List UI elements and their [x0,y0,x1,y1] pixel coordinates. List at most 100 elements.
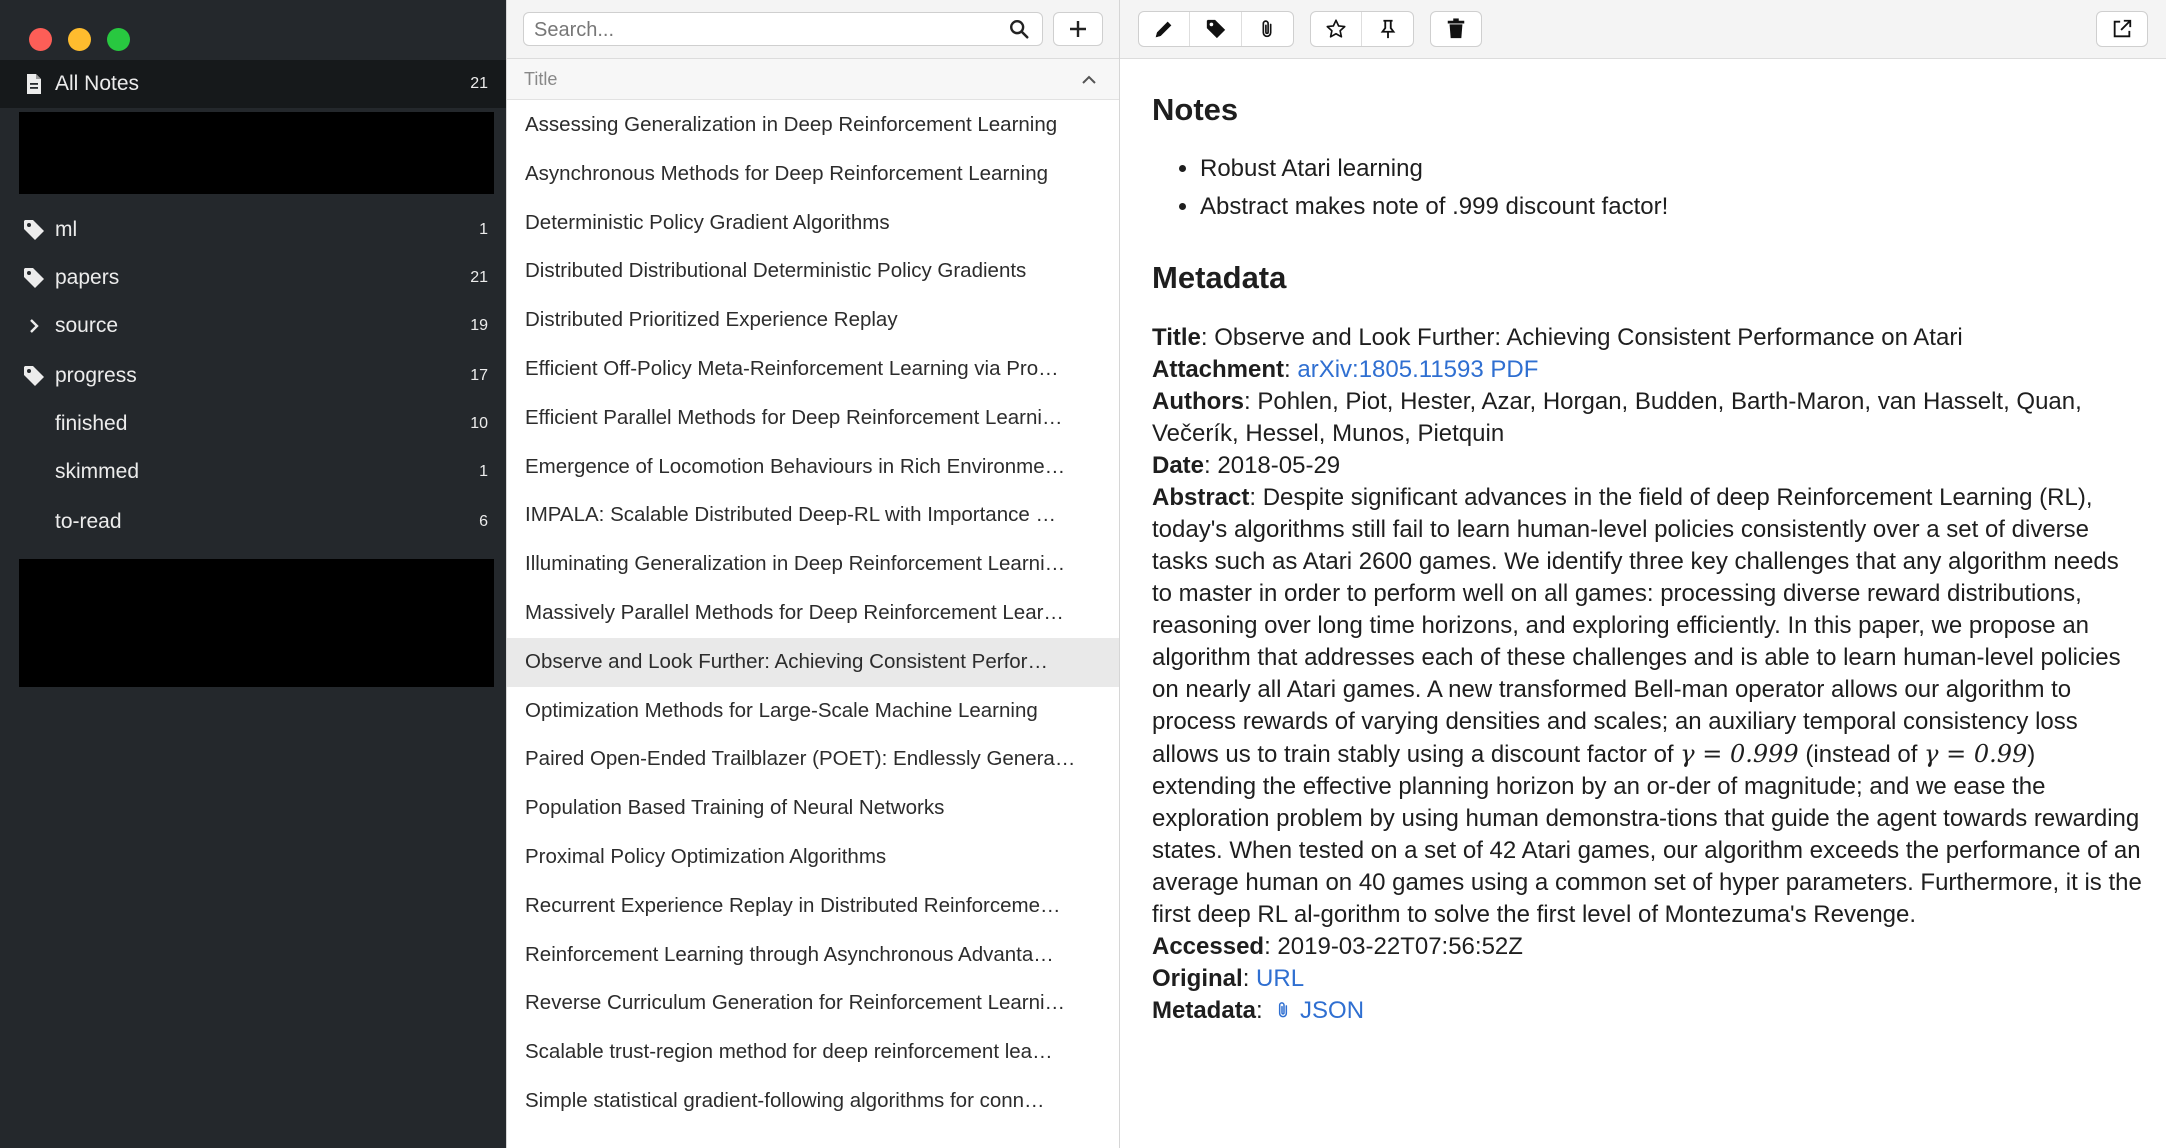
count-badge: 21 [470,269,488,286]
sidebar-item-to-read[interactable]: to-read 6 [0,498,506,546]
meta-label: Authors [1152,388,1244,415]
sidebar-item-label: ml [55,218,78,241]
note-list-item[interactable]: Assessing Generalization in Deep Reinfor… [507,101,1119,150]
list-item: Abstract makes note of .999 discount fac… [1200,188,1668,226]
pin-icon [1380,19,1395,39]
abstract-text: ) extending the effective planning horiz… [1152,741,2142,928]
note-list-item[interactable]: IMPALA: Scalable Distributed Deep-RL wit… [507,491,1119,540]
star-icon [1326,19,1346,38]
search-box[interactable] [523,12,1043,46]
sidebar-item-skimmed[interactable]: skimmed 1 [0,448,506,496]
edit-button[interactable] [1139,12,1191,46]
count-badge: 19 [470,317,488,334]
window-close-button[interactable] [29,28,52,51]
count-badge: 1 [479,463,488,480]
count-badge: 10 [470,415,488,432]
note-toolbar [1120,0,2166,59]
count-badge: 1 [479,221,488,238]
star-pin-button-group [1310,11,1414,47]
delete-button[interactable] [1431,12,1481,46]
attach-button[interactable] [1242,12,1293,46]
meta-label: Date [1152,452,1205,479]
metadata-heading: Metadata [1152,260,1287,295]
meta-authors-row: Authors: Pohlen, Piot, Hester, Azar, Hor… [1152,388,2082,447]
note-list-item[interactable]: Reinforcement Learning through Asynchron… [507,931,1119,980]
trash-icon [1447,18,1465,39]
note-list-item[interactable]: Efficient Off-Policy Meta-Reinforcement … [507,345,1119,394]
meta-authors-value: Pohlen, Piot, Hester, Azar, Horgan, Budd… [1152,388,2082,447]
redacted-block [19,112,494,194]
window-maximize-button[interactable] [107,28,130,51]
note-list: Assessing Generalization in Deep Reinfor… [507,101,1119,1126]
meta-date-row: Date: 2018-05-29 [1152,452,1341,479]
meta-original-row: Original: URL [1152,965,1305,992]
note-list-item[interactable]: Proximal Policy Optimization Algorithms [507,833,1119,882]
note-list-item[interactable]: Population Based Training of Neural Netw… [507,784,1119,833]
sidebar-item-label: skimmed [55,460,140,483]
sidebar-item-label: All Notes [55,72,140,95]
sidebar-item-label: to-read [55,510,122,533]
window-minimize-button[interactable] [68,28,91,51]
count-badge: 21 [470,75,488,92]
sidebar-item-label: finished [55,412,128,435]
original-url-link[interactable]: URL [1256,965,1304,992]
column-header-title[interactable]: Title [507,59,1119,100]
meta-attachment-row: Attachment: arXiv:1805.11593 PDF [1152,356,1539,383]
paperclip-icon [1279,1002,1288,1018]
math-expression: γ = 0.999 [1680,740,1799,768]
pencil-icon [1155,21,1172,38]
note-list-item[interactable]: Paired Open-Ended Trailblazer (POET): En… [507,735,1119,784]
attachment-link[interactable]: arXiv:1805.11593 PDF [1297,356,1538,383]
sidebar-item-source[interactable]: source 19 [0,302,506,350]
open-external-button[interactable] [2097,12,2147,46]
list-toolbar [507,0,1119,59]
note-list-item[interactable]: Scalable trust-region method for deep re… [507,1028,1119,1077]
notes-bullet-list: Robust Atari learning Abstract makes not… [1152,150,1668,226]
star-button[interactable] [1311,12,1363,46]
paperclip-icon [1262,20,1272,38]
metadata-json-link[interactable]: JSON [1300,997,1364,1024]
note-list-item[interactable]: Asynchronous Methods for Deep Reinforcem… [507,150,1119,199]
search-input[interactable] [532,15,996,45]
note-list-item[interactable]: Illuminating Generalization in Deep Rein… [507,540,1119,589]
chevron-right-icon[interactable] [22,314,46,338]
sidebar-item-label: progress [55,364,137,387]
meta-accessed-value: 2019-03-22T07:56:52Z [1277,933,1523,960]
note-list-item[interactable]: Emergence of Locomotion Behaviours in Ri… [507,443,1119,492]
abstract-text: (instead of [1805,741,1918,768]
meta-title-row: Title: Observe and Look Further: Achievi… [1152,324,1963,351]
count-badge: 17 [470,367,488,384]
chevron-up-icon[interactable] [1081,72,1097,86]
sidebar-item-papers[interactable]: papers 21 [0,254,506,302]
tag-button[interactable] [1190,12,1242,46]
add-note-button[interactable] [1053,12,1103,46]
note-list-item[interactable]: Optimization Methods for Large-Scale Mac… [507,687,1119,736]
note-list-item[interactable]: Simple statistical gradient-following al… [507,1077,1119,1126]
sidebar-item-ml[interactable]: ml 1 [0,206,506,254]
sidebar-item-finished[interactable]: finished 10 [0,400,506,448]
pin-button[interactable] [1362,12,1413,46]
sidebar-item-progress[interactable]: progress 17 [0,352,506,400]
meta-label: Original [1152,965,1243,992]
note-list-item[interactable]: Distributed Distributional Deterministic… [507,247,1119,296]
meta-date-value: 2018-05-29 [1217,452,1341,479]
note-list-item[interactable]: Efficient Parallel Methods for Deep Rein… [507,394,1119,443]
count-badge: 6 [479,513,488,530]
sidebar-item-all-notes[interactable]: All Notes 21 [0,60,506,108]
note-list-item[interactable]: Observe and Look Further: Achieving Cons… [507,637,1119,687]
metadata-block: Title: Observe and Look Further: Achievi… [1152,322,2142,1027]
note-list-item[interactable]: Massively Parallel Methods for Deep Rein… [507,589,1119,638]
search-icon[interactable] [1008,18,1030,40]
meta-abstract-row: Abstract: Despite significant advances i… [1152,484,2142,928]
note-list-item[interactable]: Deterministic Policy Gradient Algorithms [507,199,1119,248]
meta-label: Title [1152,324,1201,351]
note-list-item[interactable]: Recurrent Experience Replay in Distribut… [507,882,1119,931]
open-external-group [2096,11,2148,47]
column-header-label: Title [524,69,558,89]
sidebar-item-label: source [55,314,119,337]
math-expression: γ = 0.99 [1924,740,2028,768]
note-list-item[interactable]: Reverse Curriculum Generation for Reinfo… [507,979,1119,1028]
meta-label: Attachment [1152,356,1285,383]
open-external-icon [2113,19,2132,38]
note-list-item[interactable]: Distributed Prioritized Experience Repla… [507,296,1119,345]
